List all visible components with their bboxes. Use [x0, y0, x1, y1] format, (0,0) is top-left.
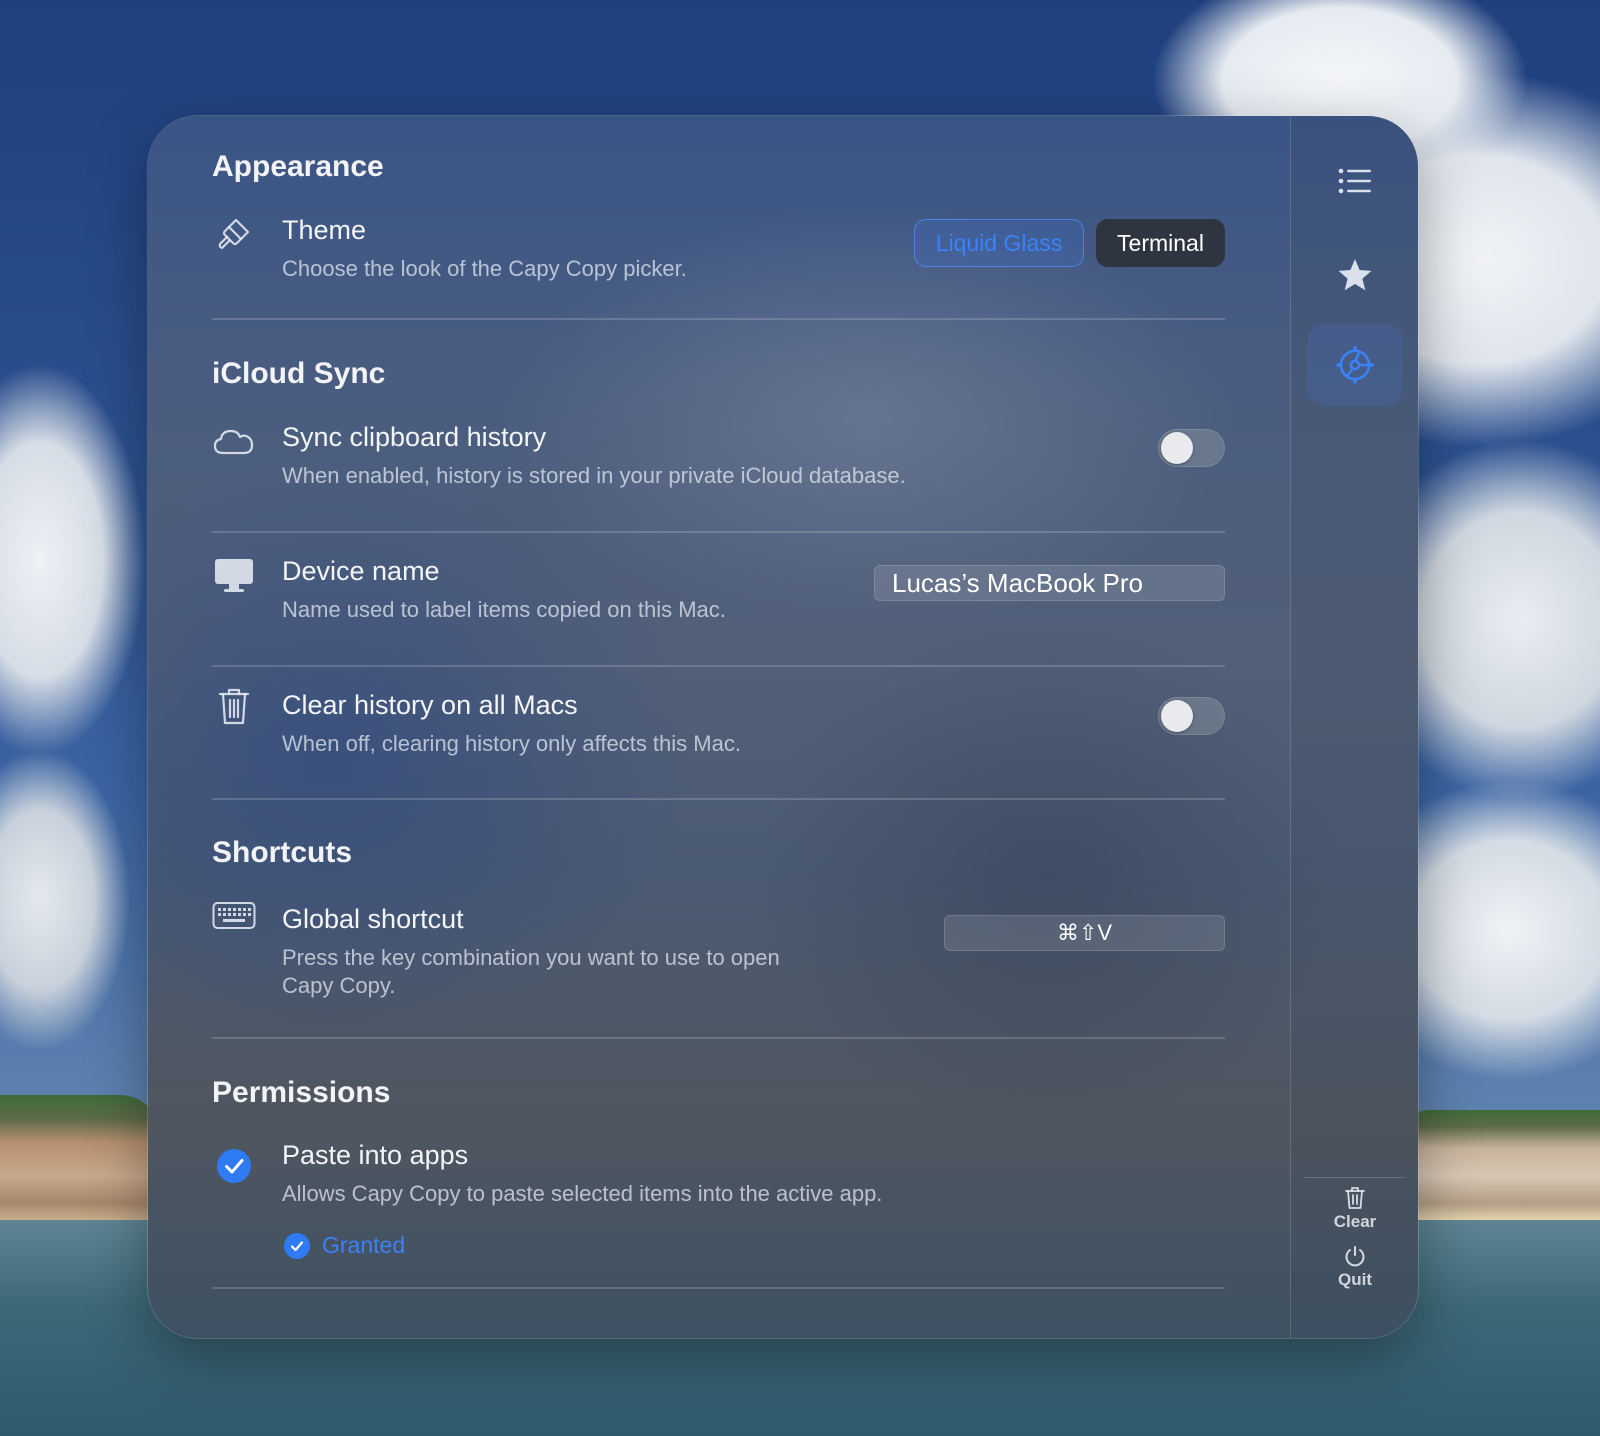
sync-history-title: Sync clipboard history	[282, 422, 547, 452]
toggle-knob	[1161, 700, 1193, 732]
sidebar-item-history[interactable]	[1307, 140, 1403, 222]
cliff-left	[0, 1095, 160, 1230]
sidebar: Clear Quit	[1290, 116, 1418, 1338]
global-shortcut-description-line1: Press the key combination you want to us…	[282, 945, 780, 970]
trash-icon	[212, 684, 256, 728]
granted-check-icon	[284, 1232, 310, 1259]
clear-all-macs-toggle[interactable]	[1158, 697, 1225, 735]
clear-button[interactable]: Clear	[1305, 1186, 1405, 1232]
power-icon	[1345, 1246, 1365, 1267]
divider	[212, 1037, 1225, 1039]
paste-into-apps-title: Paste into apps	[282, 1140, 469, 1170]
divider	[212, 665, 1225, 667]
cliff-right	[1400, 1110, 1600, 1220]
sidebar-divider	[1305, 1177, 1405, 1178]
sidebar-item-favorites[interactable]	[1307, 234, 1403, 316]
divider	[212, 1287, 1225, 1289]
theme-option-terminal[interactable]: Terminal	[1096, 219, 1225, 267]
permission-status: Granted	[284, 1232, 405, 1259]
display-icon	[212, 553, 256, 597]
divider	[212, 798, 1225, 800]
theme-title: Theme	[282, 215, 367, 245]
list-icon	[1338, 168, 1371, 194]
device-name-field[interactable]: Lucas’s MacBook Pro	[874, 565, 1225, 601]
cloud-icon	[212, 419, 256, 463]
device-name-title: Device name	[282, 556, 440, 586]
paintbrush-icon	[212, 212, 256, 256]
sidebar-item-settings[interactable]	[1307, 324, 1403, 406]
device-name-description: Name used to label items copied on this …	[282, 597, 726, 622]
global-shortcut-description-line2: Capy Copy.	[282, 973, 396, 998]
settings-window: Appearance Theme Choose the look of the …	[148, 116, 1418, 1338]
gear-icon	[1336, 346, 1374, 384]
divider	[212, 531, 1225, 533]
divider	[212, 318, 1225, 320]
theme-option-liquid-glass[interactable]: Liquid Glass	[914, 219, 1084, 267]
sync-history-toggle[interactable]	[1158, 429, 1225, 467]
trash-icon	[1345, 1187, 1365, 1209]
quit-label: Quit	[1338, 1270, 1372, 1289]
global-shortcut-recorder[interactable]: ⌘⇧V	[944, 915, 1225, 951]
clear-label: Clear	[1333, 1212, 1377, 1231]
theme-description: Choose the look of the Capy Copy picker.	[282, 256, 687, 281]
section-title-appearance: Appearance	[212, 150, 384, 183]
section-title-shortcuts: Shortcuts	[212, 836, 353, 869]
checkmark-circle-icon	[212, 1144, 256, 1188]
granted-label: Granted	[322, 1232, 406, 1258]
settings-content: Appearance Theme Choose the look of the …	[148, 116, 1290, 1338]
desktop-background: Appearance Theme Choose the look of the …	[0, 0, 1600, 1436]
keyboard-icon	[212, 894, 256, 938]
clear-all-macs-description: When off, clearing history only affects …	[282, 731, 741, 756]
global-shortcut-title: Global shortcut	[282, 904, 464, 934]
star-icon	[1338, 259, 1372, 291]
quit-button[interactable]: Quit	[1305, 1244, 1405, 1290]
toggle-knob	[1161, 432, 1193, 464]
paste-into-apps-description: Allows Capy Copy to paste selected items…	[282, 1181, 883, 1206]
clear-all-macs-title: Clear history on all Macs	[282, 690, 578, 720]
section-title-permissions: Permissions	[212, 1076, 391, 1109]
sync-history-description: When enabled, history is stored in your …	[282, 463, 906, 488]
section-title-icloud-sync: iCloud Sync	[212, 357, 386, 390]
